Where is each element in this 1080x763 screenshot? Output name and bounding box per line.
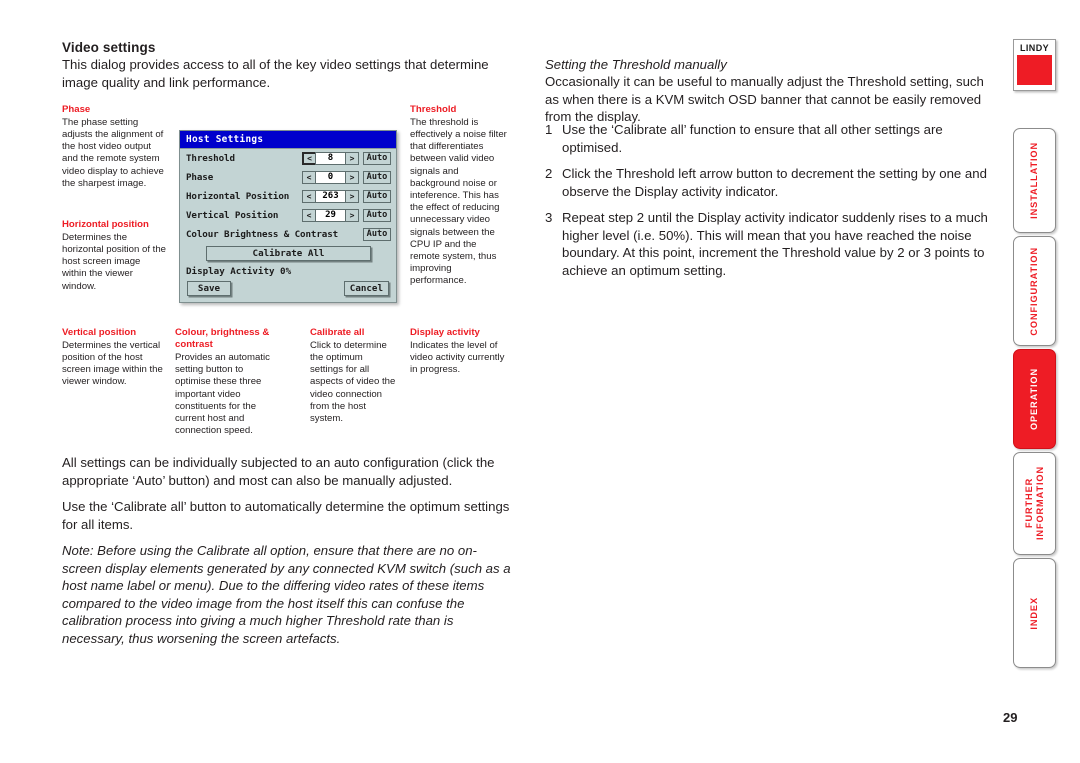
list-item: 3 Repeat step 2 until the Display activi… bbox=[545, 209, 1000, 279]
sidebar-tab-installation[interactable]: INSTALLATION bbox=[1013, 128, 1056, 233]
dialog-row-phase: Phase < 0 > Auto bbox=[180, 168, 396, 187]
vertical-position-decrement-button[interactable]: < bbox=[302, 209, 315, 222]
annotation-display-activity-title: Display activity bbox=[410, 327, 480, 338]
vertical-position-value[interactable]: 29 bbox=[315, 209, 346, 222]
dialog-row-threshold: Threshold < 8 > Auto bbox=[180, 149, 396, 168]
dialog-footer: Save Cancel bbox=[180, 279, 396, 297]
phase-spinner[interactable]: < 0 > bbox=[302, 171, 359, 184]
annotation-vertical-position: Vertical position Determines the vertica… bbox=[62, 327, 168, 389]
threshold-decrement-button[interactable]: < bbox=[302, 152, 315, 165]
threshold-spinner[interactable]: < 8 > bbox=[302, 152, 359, 165]
threshold-value[interactable]: 8 bbox=[315, 152, 346, 165]
phase-value[interactable]: 0 bbox=[315, 171, 346, 184]
note-paragraph: Note: Before using the Calibrate all opt… bbox=[62, 543, 511, 646]
sidebar-tab-further-information[interactable]: FURTHER INFORMATION bbox=[1013, 452, 1056, 555]
annotation-threshold-title: Threshold bbox=[410, 104, 457, 115]
phase-increment-button[interactable]: > bbox=[346, 171, 359, 184]
calibrate-all-button[interactable]: Calibrate All bbox=[206, 246, 371, 261]
annotation-horizontal-position-title: Horizontal position bbox=[62, 219, 149, 230]
vertical-position-spinner[interactable]: < 29 > bbox=[302, 209, 359, 222]
sidebar-tab-further-information-label: FURTHER INFORMATION bbox=[1023, 466, 1045, 541]
phase-label: Phase bbox=[186, 172, 214, 183]
horizontal-position-increment-button[interactable]: > bbox=[346, 190, 359, 203]
annotation-calibrate-all-body: Click to determine the optimum settings … bbox=[310, 339, 396, 424]
vertical-position-label: Vertical Position bbox=[186, 210, 279, 221]
threshold-steps-list: 1 Use the ‘Calibrate all’ function to en… bbox=[545, 121, 1000, 288]
annotation-phase: Phase The phase setting adjusts the alig… bbox=[62, 104, 166, 190]
horizontal-position-spinner[interactable]: < 263 > bbox=[302, 190, 359, 203]
auto-config-paragraph: All settings can be individually subject… bbox=[62, 455, 495, 488]
sidebar-tab-configuration-label: CONFIGURATION bbox=[1029, 246, 1039, 336]
annotation-horizontal-position: Horizontal position Determines the horiz… bbox=[62, 219, 166, 293]
annotation-threshold: Threshold The threshold is effectively a… bbox=[410, 104, 508, 288]
threshold-section-paragraph: Occasionally it can be useful to manuall… bbox=[545, 74, 984, 124]
lindy-logo: LINDY bbox=[1013, 39, 1056, 91]
annotation-calibrate-all: Calibrate all Click to determine the opt… bbox=[310, 327, 398, 425]
phase-decrement-button[interactable]: < bbox=[302, 171, 315, 184]
colour-brightness-contrast-label: Colour Brightness & Contrast bbox=[186, 229, 339, 240]
annotation-vertical-position-body: Determines the vertical position of the … bbox=[62, 339, 163, 388]
dialog-row-horizontal-position: Horizontal Position < 263 > Auto bbox=[180, 187, 396, 206]
save-button[interactable]: Save bbox=[187, 281, 231, 296]
page-title: Video settings bbox=[62, 40, 156, 55]
annotation-horizontal-position-body: Determines the horizontal position of th… bbox=[62, 231, 166, 292]
annotation-display-activity: Display activity Indicates the level of … bbox=[410, 327, 508, 376]
annotation-colour-brightness-contrast-body: Provides an automatic setting button to … bbox=[175, 351, 270, 437]
sidebar-tab-configuration[interactable]: CONFIGURATION bbox=[1013, 236, 1056, 346]
annotation-phase-body: The phase setting adjusts the alignment … bbox=[62, 116, 164, 189]
horizontal-position-decrement-button[interactable]: < bbox=[302, 190, 315, 203]
cancel-button[interactable]: Cancel bbox=[343, 281, 389, 296]
annotation-threshold-body: The threshold is effectively a noise fil… bbox=[410, 116, 507, 287]
list-item: 1 Use the ‘Calibrate all’ function to en… bbox=[545, 121, 1000, 156]
vertical-position-increment-button[interactable]: > bbox=[346, 209, 359, 222]
annotation-phase-title: Phase bbox=[62, 104, 91, 115]
page-number: 29 bbox=[1003, 710, 1018, 725]
phase-auto-button[interactable]: Auto bbox=[363, 171, 391, 184]
step-text: Repeat step 2 until the Display activity… bbox=[562, 210, 988, 278]
step-text: Use the ‘Calibrate all’ function to ensu… bbox=[562, 122, 943, 155]
intro-paragraph: This dialog provides access to all of th… bbox=[62, 57, 489, 90]
annotation-calibrate-all-title: Calibrate all bbox=[310, 327, 365, 338]
list-item: 2 Click the Threshold left arrow button … bbox=[545, 165, 1000, 200]
annotation-colour-brightness-contrast-title: Colour, brightness & contrast bbox=[175, 327, 270, 351]
lindy-logo-text: LINDY bbox=[1020, 43, 1049, 53]
dialog-row-vertical-position: Vertical Position < 29 > Auto bbox=[180, 206, 396, 225]
horizontal-position-auto-button[interactable]: Auto bbox=[363, 190, 391, 203]
annotation-colour-brightness-contrast: Colour, brightness & contrast Provides a… bbox=[175, 327, 275, 437]
lindy-logo-block bbox=[1017, 55, 1052, 85]
vertical-position-auto-button[interactable]: Auto bbox=[363, 209, 391, 222]
threshold-section-heading: Setting the Threshold manually bbox=[545, 57, 727, 72]
horizontal-position-value[interactable]: 263 bbox=[315, 190, 346, 203]
dialog-row-calibrate: Calibrate All bbox=[180, 244, 396, 263]
annotation-display-activity-body: Indicates the level of video activity cu… bbox=[410, 339, 505, 376]
dialog-titlebar: Host Settings bbox=[180, 131, 396, 149]
horizontal-position-label: Horizontal Position bbox=[186, 191, 290, 202]
host-settings-dialog: Host Settings Threshold < 8 > Auto Phase… bbox=[179, 130, 397, 303]
sidebar-tab-operation-label: OPERATION bbox=[1029, 367, 1039, 431]
annotation-vertical-position-title: Vertical position bbox=[62, 327, 137, 338]
sidebar-tab-index[interactable]: INDEX bbox=[1013, 558, 1056, 668]
sidebar-tab-index-label: INDEX bbox=[1029, 596, 1039, 630]
sidebar-tab-operation[interactable]: OPERATION bbox=[1013, 349, 1056, 449]
dialog-row-colour-brightness-contrast: Colour Brightness & Contrast Auto bbox=[180, 225, 396, 244]
sidebar-tab-installation-label: INSTALLATION bbox=[1029, 142, 1039, 219]
colour-brightness-contrast-auto-button[interactable]: Auto bbox=[363, 228, 391, 241]
display-activity-readout: Display Activity 0% bbox=[186, 266, 292, 277]
step-text: Click the Threshold left arrow button to… bbox=[562, 166, 987, 199]
threshold-auto-button[interactable]: Auto bbox=[363, 152, 391, 165]
threshold-label: Threshold bbox=[186, 153, 235, 164]
step-number: 1 bbox=[545, 122, 553, 137]
step-number: 3 bbox=[545, 210, 553, 225]
threshold-increment-button[interactable]: > bbox=[346, 152, 359, 165]
calibrate-all-paragraph: Use the ‘Calibrate all’ button to automa… bbox=[62, 499, 510, 532]
step-number: 2 bbox=[545, 166, 553, 181]
lower-paragraphs: All settings can be individually subject… bbox=[62, 454, 514, 656]
